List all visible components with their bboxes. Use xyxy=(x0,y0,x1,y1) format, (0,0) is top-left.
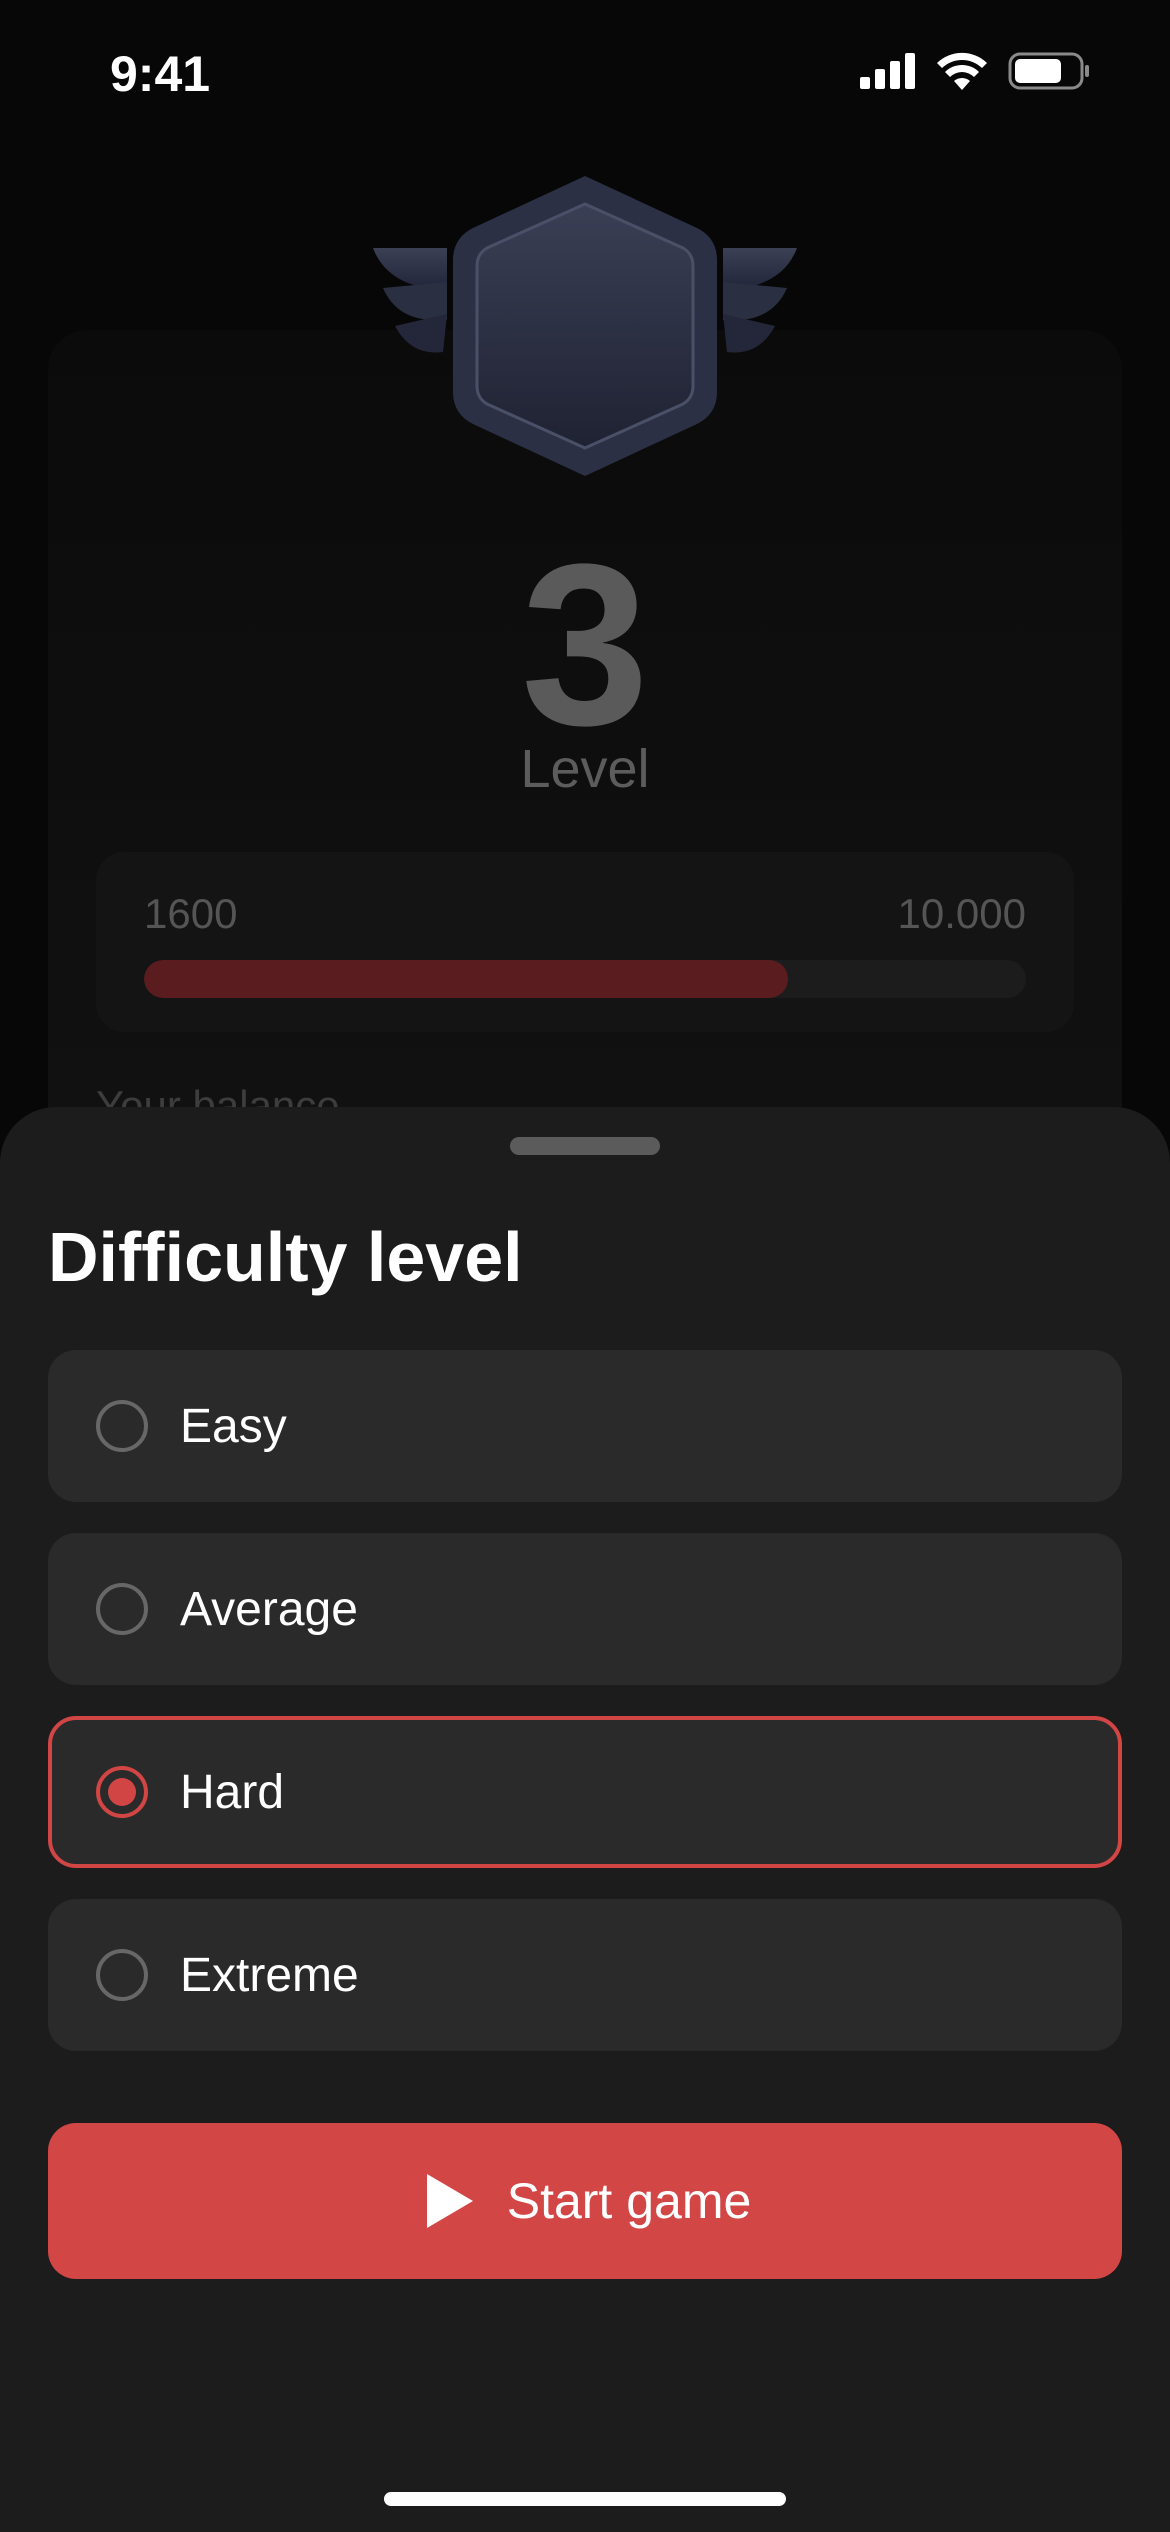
status-bar: 9:41 xyxy=(0,0,1170,150)
level-label: Level xyxy=(520,739,650,799)
progress-fill xyxy=(144,960,788,998)
option-label: Average xyxy=(180,1582,358,1636)
option-label: Extreme xyxy=(180,1948,359,2002)
radio-button[interactable] xyxy=(96,1949,148,2001)
progress-min-label: 1600 xyxy=(144,890,238,937)
level-number: 3 xyxy=(521,516,649,773)
progress-card: 1600 10.000 xyxy=(96,852,1074,1032)
winged-hexagon-badge-icon xyxy=(373,176,797,476)
progress-track xyxy=(144,960,1026,998)
status-time: 9:41 xyxy=(110,46,211,102)
play-icon xyxy=(426,2174,473,2228)
radio-button[interactable] xyxy=(96,1583,148,1635)
radio-button-selected[interactable] xyxy=(96,1766,148,1818)
sheet-title: Difficulty level xyxy=(48,1218,523,1296)
option-label: Easy xyxy=(180,1399,287,1453)
difficulty-option-average[interactable]: Average xyxy=(48,1533,1122,1685)
difficulty-options: Easy Average Hard Extreme xyxy=(48,1350,1122,2082)
wifi-icon xyxy=(937,52,987,90)
difficulty-bottom-sheet: Difficulty level Easy Average Hard Extre… xyxy=(0,1107,1170,2532)
battery-icon xyxy=(1008,52,1089,90)
difficulty-option-easy[interactable]: Easy xyxy=(48,1350,1122,1502)
radio-button[interactable] xyxy=(96,1400,148,1452)
start-game-button[interactable]: Start game xyxy=(48,2123,1122,2279)
difficulty-option-extreme[interactable]: Extreme xyxy=(48,1899,1122,2051)
option-label: Hard xyxy=(180,1765,285,1819)
home-indicator[interactable] xyxy=(384,2492,786,2506)
sheet-drag-handle[interactable] xyxy=(510,1137,660,1155)
cellular-signal-icon xyxy=(860,53,915,89)
progress-max-label: 10.000 xyxy=(897,890,1026,937)
start-game-label: Start game xyxy=(506,2173,752,2229)
status-icons xyxy=(860,52,1090,90)
difficulty-option-hard[interactable]: Hard xyxy=(48,1716,1122,1868)
